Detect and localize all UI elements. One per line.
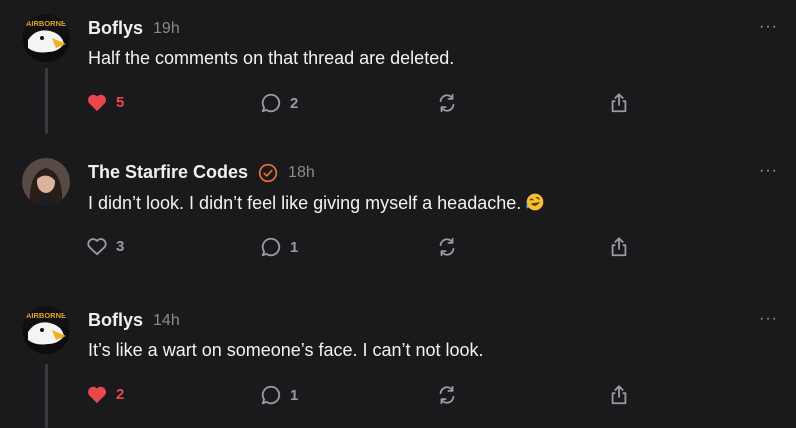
- comment-count: 1: [290, 238, 299, 256]
- comment-button[interactable]: 1: [260, 384, 298, 406]
- like-button[interactable]: 3: [86, 236, 124, 256]
- user-photo: [22, 158, 70, 206]
- comment-bubble-icon: [261, 93, 281, 113]
- post-actions: 3 1: [0, 236, 796, 262]
- post-time[interactable]: 19h: [153, 20, 180, 38]
- like-count: 2: [116, 385, 125, 403]
- post-actions: 2 1: [0, 384, 796, 410]
- repost-button[interactable]: [436, 92, 458, 114]
- svg-text:AIRBORNE: AIRBORNE: [26, 311, 66, 320]
- repost-button[interactable]: [436, 384, 458, 406]
- author-name[interactable]: Boflys: [88, 310, 143, 331]
- comment-bubble-icon: [261, 385, 281, 405]
- airborne-logo: AIRBORNE: [22, 306, 70, 354]
- avatar[interactable]: [22, 158, 70, 206]
- author-name[interactable]: The Starfire Codes: [88, 162, 248, 183]
- post-header: The Starfire Codes 18h: [88, 162, 315, 183]
- share-icon: [611, 385, 627, 405]
- share-button[interactable]: [608, 236, 630, 258]
- heart-filled-icon: [87, 94, 107, 112]
- post-time[interactable]: 14h: [153, 312, 180, 330]
- avatar[interactable]: AIRBORNE: [22, 14, 70, 62]
- heart-filled-icon: [87, 386, 107, 404]
- comment-button[interactable]: 1: [260, 236, 298, 258]
- post-text: Half the comments on that thread are del…: [88, 48, 455, 68]
- share-button[interactable]: [608, 92, 630, 114]
- like-button[interactable]: 2: [86, 384, 124, 404]
- share-icon: [611, 93, 627, 113]
- repost-icon: [439, 385, 455, 405]
- reply-thread: AIRBORNE Boflys 19h ··· Half the comment…: [0, 0, 796, 428]
- more-options-icon[interactable]: ···: [759, 18, 778, 36]
- post-header: Boflys 19h: [88, 18, 180, 39]
- repost-icon: [439, 237, 455, 257]
- verified-badge-icon: [258, 163, 278, 182]
- repost-icon: [439, 93, 455, 113]
- repost-button[interactable]: [436, 236, 458, 258]
- heart-outline-icon: [87, 238, 107, 256]
- more-options-icon[interactable]: ···: [759, 310, 778, 328]
- post-actions: 5 2: [0, 92, 796, 118]
- author-name[interactable]: Boflys: [88, 18, 143, 39]
- share-button[interactable]: [608, 384, 630, 406]
- comment-bubble-icon: [261, 237, 281, 257]
- post-text-content: I didn’t look. I didn’t feel like giving…: [88, 193, 522, 213]
- comment-count: 1: [290, 386, 299, 404]
- post-time[interactable]: 18h: [288, 164, 315, 182]
- like-count: 3: [116, 237, 125, 255]
- rolling-on-floor-laughing-emoji: [526, 193, 544, 211]
- airborne-logo: AIRBORNE: [22, 14, 70, 62]
- like-count: 5: [116, 93, 125, 111]
- like-button[interactable]: 5: [86, 92, 124, 112]
- comment-button[interactable]: 2: [260, 92, 298, 114]
- comment-count: 2: [290, 94, 299, 112]
- share-icon: [611, 237, 627, 257]
- post-text: It’s like a wart on someone’s face. I ca…: [88, 340, 484, 360]
- avatar[interactable]: AIRBORNE: [22, 306, 70, 354]
- post-text: I didn’t look. I didn’t feel like giving…: [88, 192, 545, 214]
- more-options-icon[interactable]: ···: [759, 162, 778, 180]
- post-header: Boflys 14h: [88, 310, 180, 331]
- svg-text:AIRBORNE: AIRBORNE: [26, 19, 66, 28]
